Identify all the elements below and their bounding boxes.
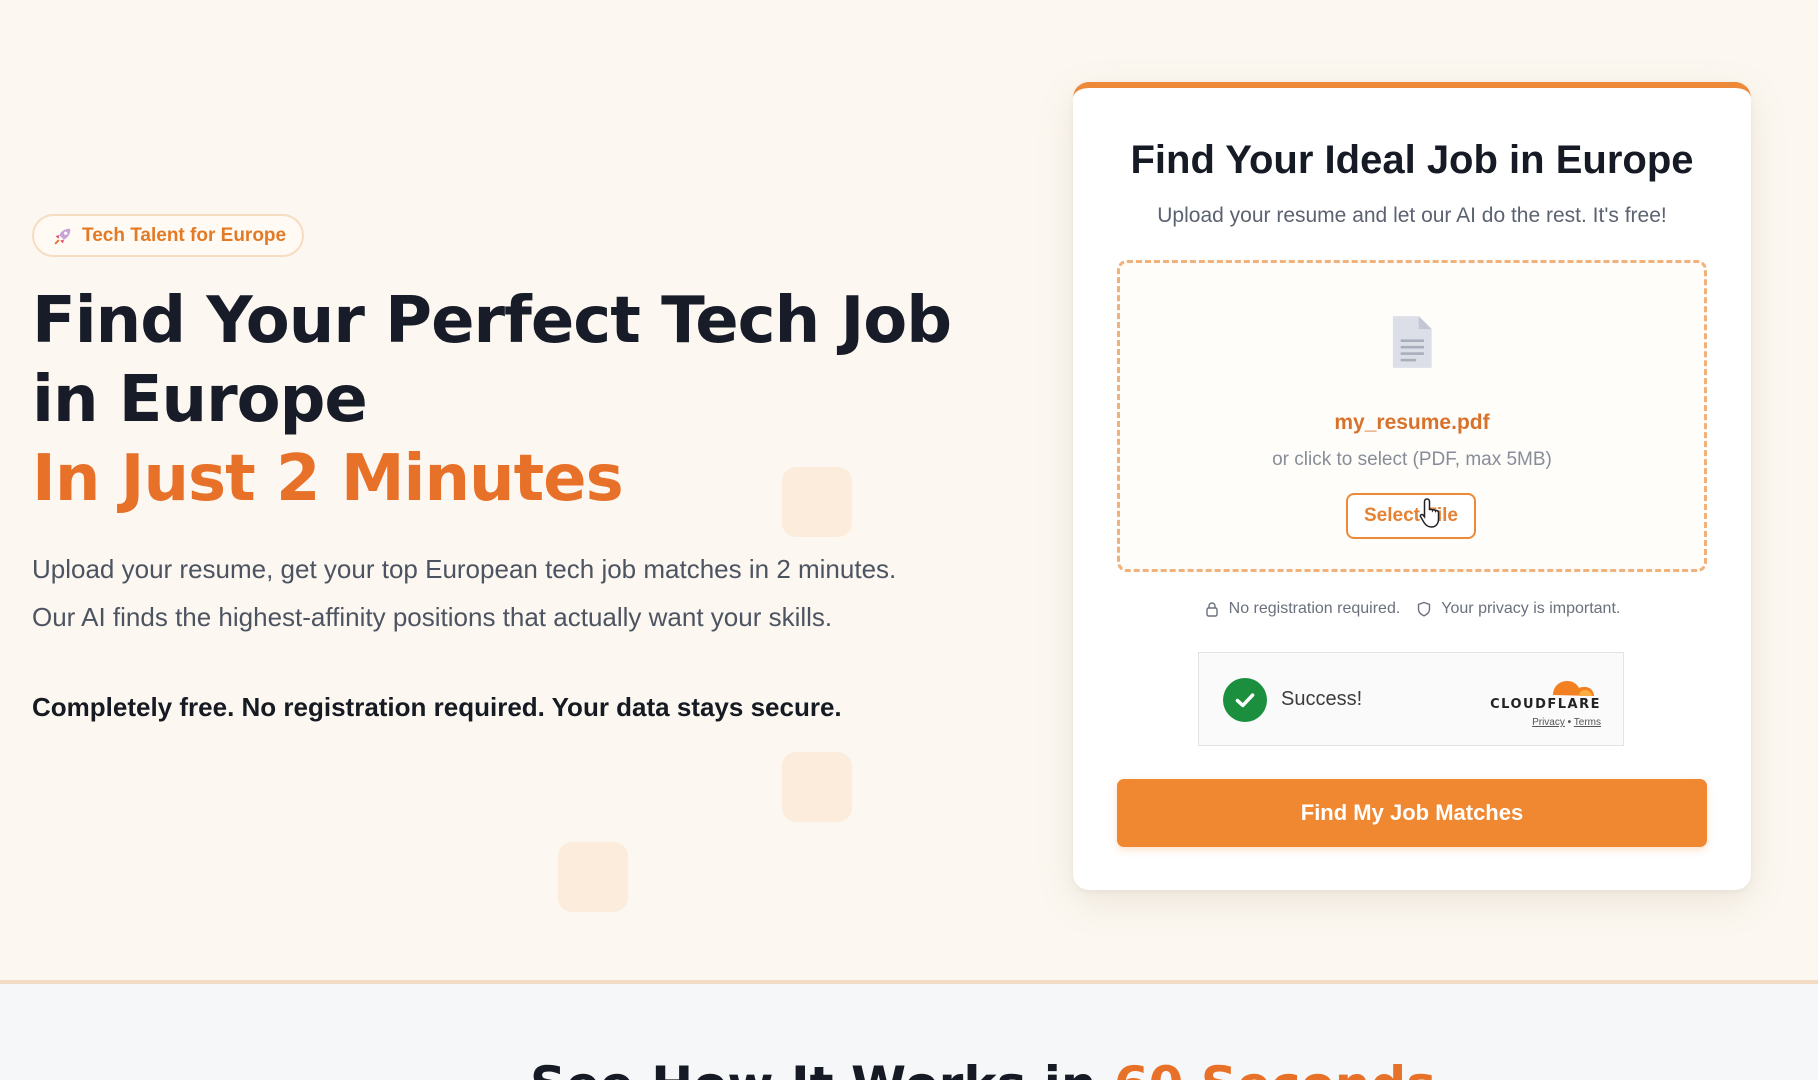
find-matches-button[interactable]: Find My Job Matches [1117,779,1707,847]
hero-title-line1: Find Your Perfect Tech Job [32,284,952,358]
captcha-terms-link[interactable]: Terms [1574,717,1601,728]
how-it-works-heading-prefix: See How It Works in [530,1056,1114,1080]
select-file-button[interactable]: Select File [1346,493,1476,539]
captcha-links-separator: • [1567,717,1572,728]
note-privacy: Your privacy is important. [1416,600,1620,618]
resume-dropzone[interactable]: my_resume.pdf or click to select (PDF, m… [1117,260,1707,572]
file-icon [1392,316,1432,368]
check-icon [1223,678,1267,722]
card-title: Find Your Ideal Job in Europe [1130,138,1694,182]
privacy-notes: No registration required. Your privacy i… [1073,600,1751,618]
decorative-square [558,842,628,912]
note-privacy-text: Your privacy is important. [1441,600,1621,617]
hero-title-line2: in Europe [32,363,368,437]
card-subtitle: Upload your resume and let our AI do the… [1157,204,1667,227]
hero-title: Find Your Perfect Tech Job in Europe In … [32,282,992,519]
captcha-privacy-link[interactable]: Privacy [1532,717,1565,728]
how-it-works-heading: See How It Works in 60 Seconds [530,1056,1436,1080]
upload-hint: or click to select (PDF, max 5MB) [1272,449,1552,470]
hero-subtitle: Upload your resume, get your top Europea… [32,554,897,632]
note-registration: No registration required. [1204,600,1401,618]
shield-icon [1418,601,1431,617]
captcha-links: Privacy • Terms [1532,717,1601,728]
cloudflare-wordmark: CLOUDFLARE [1490,697,1601,712]
how-it-works-section: See How It Works in 60 Seconds [0,980,1818,1080]
rocket-icon [54,228,71,244]
note-registration-text: No registration required. [1228,600,1401,617]
captcha-widget[interactable]: Success! CLOUDFLARE Privacy • Terms [1198,652,1624,746]
hero-title-accent: In Just 2 Minutes [32,442,624,516]
hero-badge: Tech Talent for Europe [32,214,305,257]
decorative-square [782,752,852,822]
hero-strong-text: Completely free. No registration require… [32,692,842,722]
how-it-works-heading-accent: 60 Seconds [1114,1056,1436,1080]
captcha-status: Success! [1281,688,1363,710]
hero-badge-label: Tech Talent for Europe [82,224,287,246]
selected-file-name: my_resume.pdf [1334,411,1490,434]
lock-icon [1205,602,1218,617]
upload-card: Find Your Ideal Job in Europe Upload you… [1073,82,1751,890]
